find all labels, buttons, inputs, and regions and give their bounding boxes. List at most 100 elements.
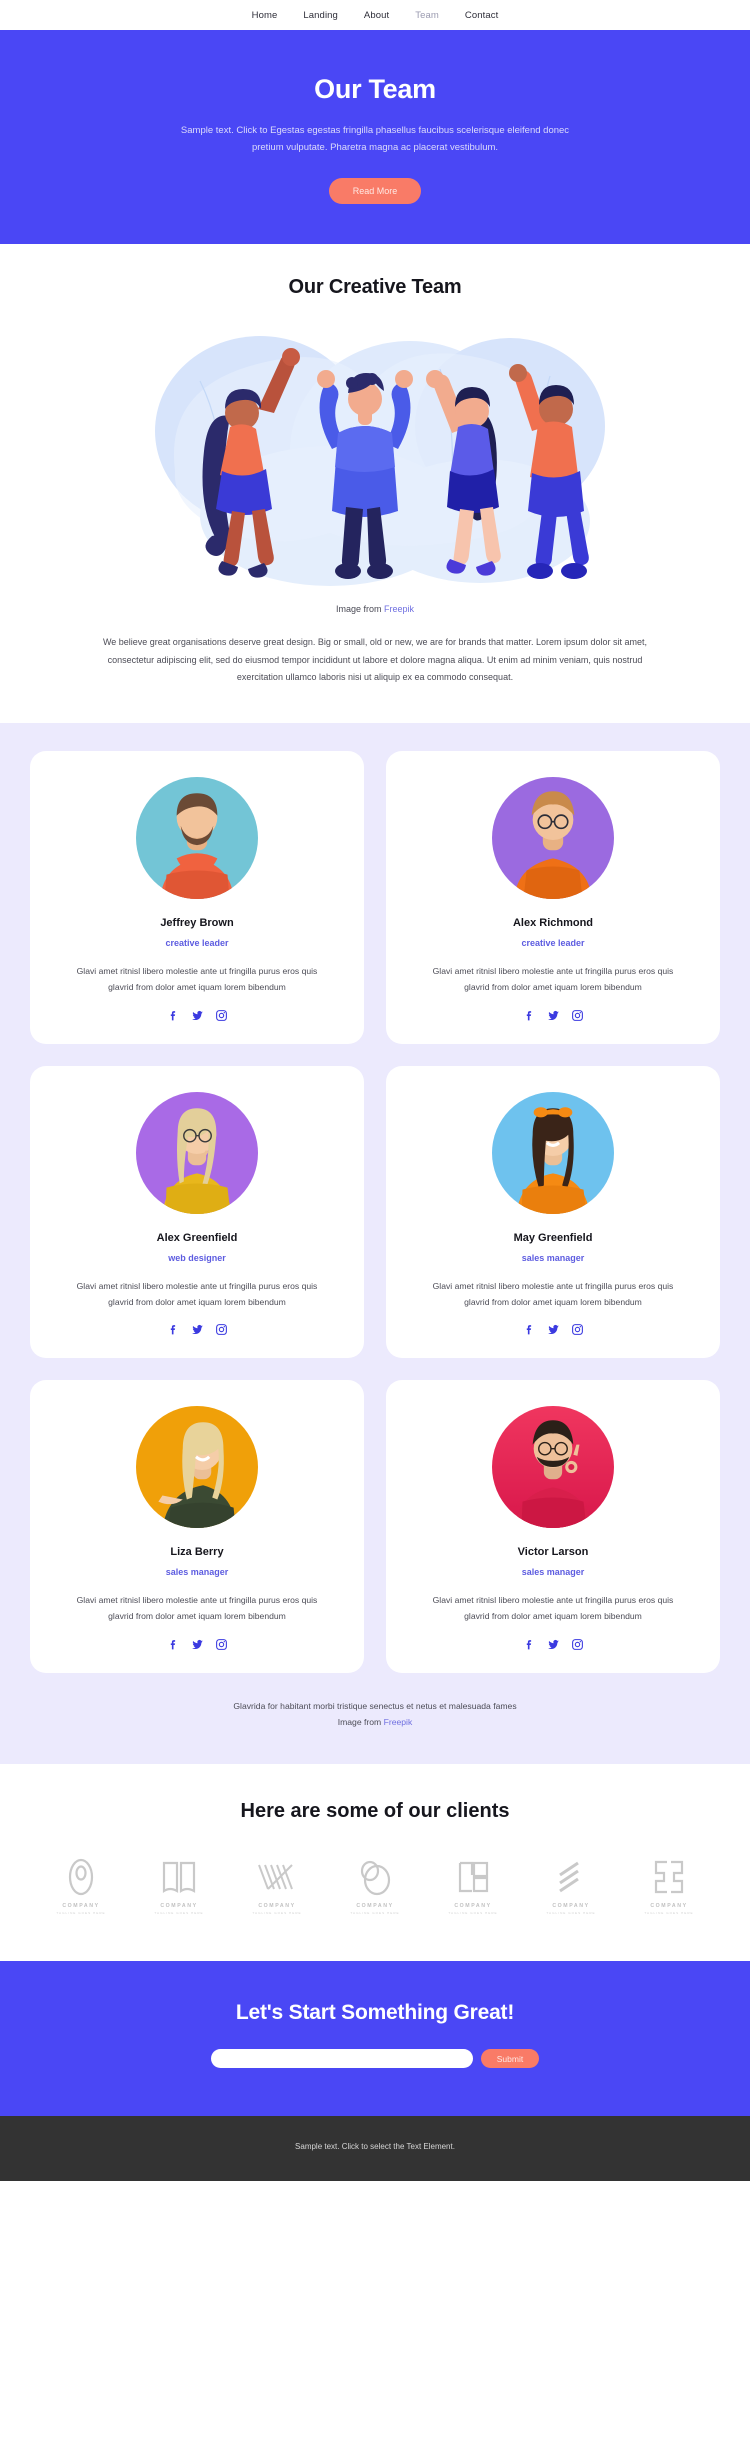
client-logo-tagline: TAGLINE GOES HERE bbox=[154, 1911, 204, 1916]
illustration-caption: Image from Freepik bbox=[0, 604, 750, 614]
social-links bbox=[52, 1638, 342, 1651]
social-links bbox=[52, 1009, 342, 1022]
team-member-card[interactable]: Alex Richmond creative leader Glavi amet… bbox=[386, 750, 720, 1044]
client-logos-row: COMPANY TAGLINE GOES HERE COMPANY TAGLIN… bbox=[0, 1857, 750, 1915]
member-description: Glavi amet ritnisl libero molestie ante … bbox=[76, 1595, 318, 1622]
client-logo[interactable]: COMPANY TAGLINE GOES HERE bbox=[633, 1857, 705, 1915]
member-role[interactable]: sales manager bbox=[408, 1567, 698, 1577]
nav-link-team[interactable]: Team bbox=[415, 10, 439, 21]
facebook-icon[interactable] bbox=[523, 1638, 536, 1651]
twitter-icon[interactable] bbox=[547, 1009, 560, 1022]
logo-squares-mark bbox=[458, 1862, 489, 1893]
member-name: Jeffrey Brown bbox=[160, 916, 234, 929]
logo-slashes-mark bbox=[559, 1861, 579, 1893]
team-member-card[interactable]: Jeffrey Brown creative leader Glavi amet… bbox=[30, 750, 364, 1044]
client-logo[interactable]: COMPANY TAGLINE GOES HERE bbox=[339, 1857, 411, 1915]
clients-title: Here are some of our clients bbox=[240, 1800, 510, 1823]
freepik-link[interactable]: Freepik bbox=[384, 604, 414, 614]
member-role[interactable]: creative leader bbox=[52, 938, 342, 948]
team-footnote-prefix: Image from bbox=[337, 1716, 384, 1727]
footer-text: Sample text. Click to select the Text El… bbox=[295, 2142, 455, 2152]
team-footnote: Glavrida for habitant morbi tristique se… bbox=[0, 1673, 750, 1754]
hero-subtitle: Sample text. Click to Egestas egestas fr… bbox=[180, 125, 570, 153]
member-role[interactable]: web designer bbox=[52, 1253, 342, 1263]
member-description: Glavi amet ritnisl libero molestie ante … bbox=[432, 1595, 674, 1622]
social-links bbox=[408, 1323, 698, 1336]
team-members-section: Jeffrey Brown creative leader Glavi amet… bbox=[0, 722, 750, 1765]
instagram-icon[interactable] bbox=[571, 1638, 584, 1651]
team-footnote-line: Glavrida for habitant morbi tristique se… bbox=[233, 1701, 517, 1712]
client-logo[interactable]: COMPANY TAGLINE GOES HERE bbox=[535, 1857, 607, 1915]
client-logo-name: COMPANY bbox=[356, 1903, 394, 1910]
social-links bbox=[408, 1638, 698, 1651]
twitter-icon[interactable] bbox=[547, 1638, 560, 1651]
instagram-icon[interactable] bbox=[571, 1009, 584, 1022]
cta-section: Let's Start Something Great! Submit bbox=[0, 1961, 750, 2117]
logo-book-mark bbox=[162, 1862, 196, 1894]
member-name: May Greenfield bbox=[513, 1231, 593, 1244]
creative-team-title: Our Creative Team bbox=[288, 276, 462, 299]
instagram-icon[interactable] bbox=[215, 1323, 228, 1336]
client-logo-name: COMPANY bbox=[552, 1903, 590, 1910]
freepik-link[interactable]: Freepik bbox=[384, 1717, 413, 1727]
read-more-button[interactable]: Read More bbox=[328, 178, 422, 205]
client-logo[interactable]: COMPANY TAGLINE GOES HERE bbox=[143, 1857, 215, 1915]
logo-bracket-mark bbox=[654, 1861, 684, 1894]
client-logo[interactable]: COMPANY TAGLINE GOES HERE bbox=[437, 1857, 509, 1915]
twitter-icon[interactable] bbox=[547, 1323, 560, 1336]
team-member-card[interactable]: May Greenfield sales manager Glavi amet … bbox=[386, 1065, 720, 1359]
social-links bbox=[52, 1323, 342, 1336]
member-name: Alex Richmond bbox=[512, 916, 594, 929]
twitter-icon[interactable] bbox=[191, 1009, 204, 1022]
avatar bbox=[492, 1406, 614, 1529]
client-logo-tagline: TAGLINE GOES HERE bbox=[56, 1911, 106, 1916]
nav-link-landing[interactable]: Landing bbox=[303, 10, 338, 21]
submit-button[interactable]: Submit bbox=[480, 2049, 540, 2069]
cta-title: Let's Start Something Great! bbox=[235, 2001, 515, 2025]
avatar bbox=[492, 1091, 614, 1214]
clients-section: Here are some of our clients COMPANY TAG… bbox=[0, 1764, 750, 1962]
member-role[interactable]: sales manager bbox=[52, 1567, 342, 1577]
nav-link-home[interactable]: Home bbox=[252, 10, 278, 21]
member-name: Victor Larson bbox=[517, 1546, 589, 1559]
client-logo[interactable]: COMPANY TAGLINE GOES HERE bbox=[241, 1857, 313, 1915]
hero-title: Our Team bbox=[314, 74, 436, 104]
main-navigation: Home Landing About Team Contact bbox=[0, 0, 750, 30]
logo-circles-mark bbox=[360, 1861, 391, 1896]
nav-link-contact[interactable]: Contact bbox=[465, 10, 498, 21]
logo-chevron-mark bbox=[258, 1864, 293, 1890]
instagram-icon[interactable] bbox=[215, 1009, 228, 1022]
subscribe-form: Submit bbox=[0, 2049, 750, 2069]
client-logo-name: COMPANY bbox=[160, 1903, 198, 1910]
avatar bbox=[136, 1406, 258, 1529]
nav-link-about[interactable]: About bbox=[364, 10, 389, 21]
member-description: Glavi amet ritnisl libero molestie ante … bbox=[432, 965, 674, 992]
team-member-card[interactable]: Victor Larson sales manager Glavi amet r… bbox=[386, 1380, 720, 1674]
member-name: Alex Greenfield bbox=[156, 1231, 238, 1244]
facebook-icon[interactable] bbox=[523, 1009, 536, 1022]
member-description: Glavi amet ritnisl libero molestie ante … bbox=[76, 1280, 318, 1307]
client-logo-name: COMPANY bbox=[454, 1903, 492, 1910]
logo-oval-mark bbox=[68, 1859, 94, 1896]
subscribe-input[interactable] bbox=[210, 2049, 473, 2069]
team-member-card[interactable]: Alex Greenfield web designer Glavi amet … bbox=[30, 1065, 364, 1359]
page-footer: Sample text. Click to select the Text El… bbox=[0, 2116, 750, 2182]
facebook-icon[interactable] bbox=[523, 1323, 536, 1336]
twitter-icon[interactable] bbox=[191, 1638, 204, 1651]
avatar bbox=[136, 1091, 258, 1214]
facebook-icon[interactable] bbox=[167, 1638, 180, 1651]
client-logo-name: COMPANY bbox=[258, 1903, 296, 1910]
client-logo[interactable]: COMPANY TAGLINE GOES HERE bbox=[45, 1857, 117, 1915]
team-member-card[interactable]: Liza Berry sales manager Glavi amet ritn… bbox=[30, 1380, 364, 1674]
instagram-icon[interactable] bbox=[571, 1323, 584, 1336]
member-role[interactable]: creative leader bbox=[408, 938, 698, 948]
client-logo-name: COMPANY bbox=[62, 1903, 100, 1910]
avatar bbox=[136, 776, 258, 899]
facebook-icon[interactable] bbox=[167, 1009, 180, 1022]
twitter-icon[interactable] bbox=[191, 1323, 204, 1336]
member-role[interactable]: sales manager bbox=[408, 1253, 698, 1263]
creative-paragraph: We believe great organisations deserve g… bbox=[102, 637, 648, 683]
avatar bbox=[492, 776, 614, 899]
instagram-icon[interactable] bbox=[215, 1638, 228, 1651]
facebook-icon[interactable] bbox=[167, 1323, 180, 1336]
